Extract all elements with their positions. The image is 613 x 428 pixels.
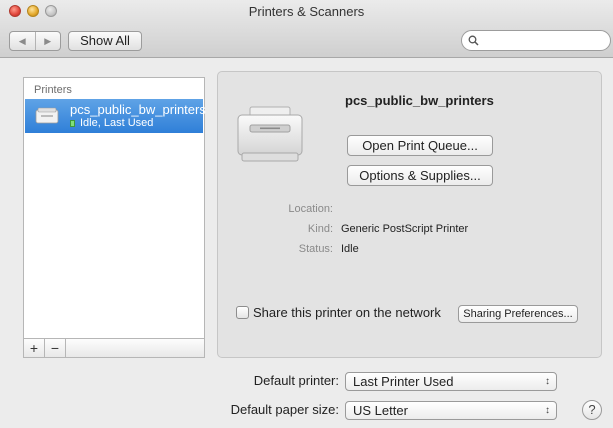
search-input[interactable]	[479, 32, 603, 49]
back-button[interactable]: ◀	[10, 32, 35, 50]
search-icon	[468, 35, 479, 46]
printer-large-icon	[237, 106, 303, 162]
title-bar: Printers & Scanners ◀ ▶ Show All	[0, 0, 613, 58]
printer-list-item[interactable]: pcs_public_bw_printers Idle, Last Used	[25, 99, 206, 133]
remove-printer-button[interactable]: −	[45, 339, 66, 357]
popup-arrows-icon: ↕	[545, 376, 550, 387]
printer-name-heading: pcs_public_bw_printers	[345, 93, 494, 108]
forward-button[interactable]: ▶	[34, 32, 61, 50]
default-paper-size-value: US Letter	[353, 403, 408, 418]
location-label: Location:	[288, 203, 333, 215]
share-printer-checkbox[interactable]	[236, 306, 249, 319]
search-field[interactable]	[461, 30, 611, 51]
open-print-queue-button[interactable]: Open Print Queue...	[347, 135, 493, 156]
printer-list-item-status-text: Idle, Last Used	[80, 117, 154, 129]
show-all-button[interactable]: Show All	[68, 31, 142, 51]
printers-scanners-window: Printers & Scanners ◀ ▶ Show All Printer…	[0, 0, 613, 428]
status-label: Status:	[298, 243, 333, 255]
kind-value: Generic PostScript Printer	[341, 223, 469, 235]
help-button[interactable]: ?	[582, 400, 602, 420]
printer-list-item-name: pcs_public_bw_printers	[70, 102, 206, 117]
back-forward-control: ◀ ▶	[9, 31, 61, 51]
status-value: Idle	[341, 243, 359, 255]
popup-arrows-icon: ↕	[545, 405, 550, 416]
share-printer-row: Share this printer on the network	[236, 305, 441, 320]
default-printer-value: Last Printer Used	[353, 374, 454, 389]
kind-label: Kind:	[307, 223, 333, 235]
printers-section-header: Printers	[34, 84, 72, 96]
default-printer-label: Default printer:	[253, 373, 339, 388]
default-printer-select[interactable]: Last Printer Used ↕	[345, 372, 557, 391]
add-remove-bar: + −	[23, 339, 205, 358]
printer-list: Printers pcs_public_bw_printers Idle, La…	[23, 77, 206, 339]
sharing-preferences-button[interactable]: Sharing Preferences...	[458, 305, 578, 323]
default-paper-size-label: Default paper size:	[230, 402, 339, 417]
share-printer-label[interactable]: Share this printer on the network	[253, 305, 441, 320]
printer-icon	[35, 107, 59, 124]
options-supplies-button[interactable]: Options & Supplies...	[347, 165, 493, 186]
printer-list-item-status: Idle, Last Used	[70, 117, 153, 129]
add-printer-button[interactable]: +	[24, 339, 45, 357]
status-indicator-icon	[70, 119, 75, 127]
back-arrow-icon: ◀	[18, 35, 26, 46]
forward-arrow-icon: ▶	[44, 35, 52, 46]
window-title: Printers & Scanners	[248, 4, 365, 19]
default-paper-size-select[interactable]: US Letter ↕	[345, 401, 557, 420]
printer-detail-panel: pcs_public_bw_printers Open Print Queue.…	[217, 71, 602, 358]
